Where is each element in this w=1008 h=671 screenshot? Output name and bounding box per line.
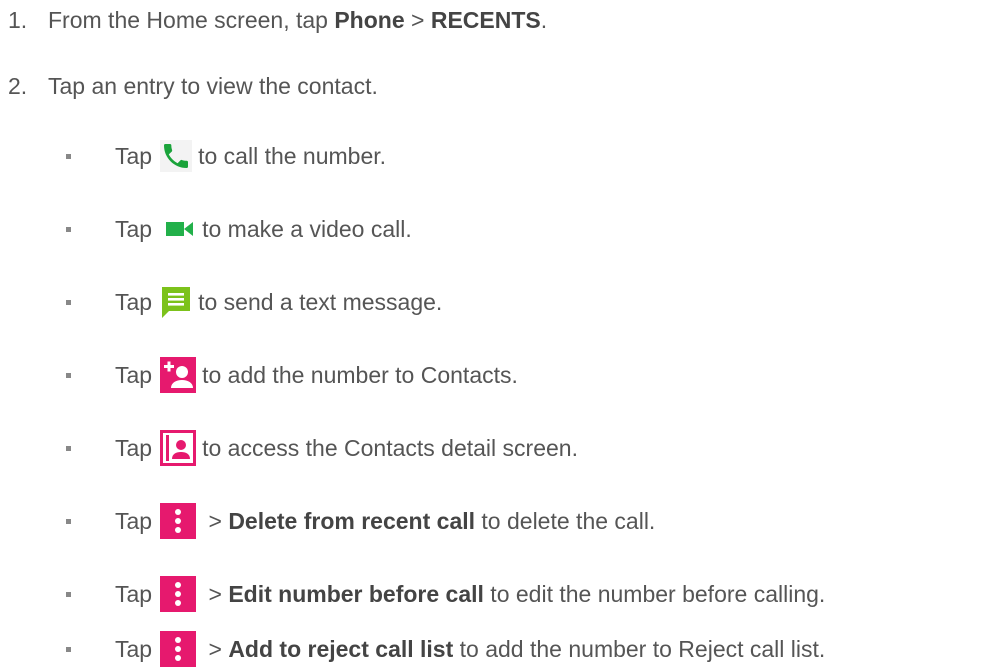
tap-label: Tap	[115, 507, 153, 534]
bullet-marker	[66, 300, 71, 305]
item-text: to access the Contacts detail screen.	[202, 434, 578, 461]
item-text: to edit the number before calling.	[483, 580, 826, 607]
menu-option-label: Edit number before call	[228, 580, 484, 607]
item-text: to make a video call.	[202, 215, 412, 242]
item-text: to delete the call.	[475, 507, 656, 534]
item-text: to call the number.	[198, 142, 387, 169]
more-options-icon	[160, 576, 197, 612]
step-2: 2. Tap an entry to view the contact.	[0, 66, 378, 106]
bullet-marker	[66, 446, 71, 451]
separator: >	[202, 580, 229, 607]
step-end: .	[540, 6, 548, 33]
more-options-icon	[160, 503, 197, 539]
tap-label: Tap	[115, 434, 153, 461]
more-options-icon	[160, 631, 197, 667]
video-call-icon	[166, 219, 194, 239]
step-text: From the Home screen, tap	[48, 6, 328, 33]
list-item: Tap > Edit number before call to edit th…	[115, 574, 825, 614]
tap-label: Tap	[115, 215, 153, 242]
list-item: Tap to make a video call.	[115, 209, 412, 249]
bullet-marker	[66, 373, 71, 378]
recents-label: RECENTS	[430, 6, 541, 33]
bullet-marker	[66, 592, 71, 597]
list-item: Tap to access the Contacts detail screen…	[115, 428, 578, 468]
item-text: to send a text message.	[198, 288, 443, 315]
bullet-marker	[66, 647, 71, 652]
bullet-marker	[66, 519, 71, 524]
phone-label: Phone	[334, 6, 405, 33]
tap-label: Tap	[115, 288, 153, 315]
tap-label: Tap	[115, 142, 153, 169]
item-text: to add the number to Reject call list.	[453, 635, 826, 662]
message-icon	[160, 285, 192, 319]
step-1: 1. From the Home screen, tap Phone > REC…	[0, 0, 547, 40]
add-contact-icon	[160, 357, 197, 393]
list-item: Tap to send a text message.	[115, 282, 442, 322]
phone-icon	[160, 140, 193, 172]
list-item: Tap to add the number to Contacts.	[115, 355, 518, 395]
list-item: Tap > Delete from recent call to delete …	[115, 501, 655, 541]
tap-label: Tap	[115, 580, 153, 607]
menu-option-label: Delete from recent call	[228, 507, 476, 534]
separator: >	[202, 635, 229, 662]
list-item: Tap > Add to reject call list to add the…	[115, 629, 825, 669]
item-text: to add the number to Contacts.	[202, 361, 518, 388]
bullet-marker	[66, 227, 71, 232]
step-number: 1.	[8, 6, 28, 33]
step-text: Tap an entry to view the contact.	[48, 72, 378, 99]
bullet-marker	[66, 154, 71, 159]
menu-option-label: Add to reject call list	[228, 635, 454, 662]
list-item: Tap to call the number.	[115, 136, 386, 176]
tap-label: Tap	[115, 635, 153, 662]
separator: >	[404, 6, 431, 33]
tap-label: Tap	[115, 361, 153, 388]
step-number: 2.	[8, 72, 28, 99]
contact-card-icon	[160, 430, 197, 466]
separator: >	[202, 507, 229, 534]
